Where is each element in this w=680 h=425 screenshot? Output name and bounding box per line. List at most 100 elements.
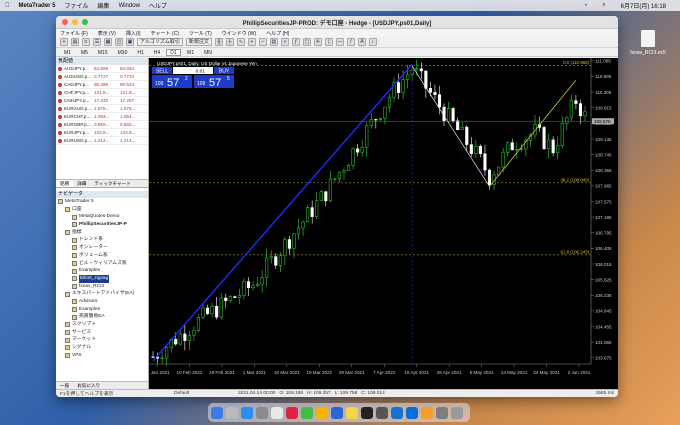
market-watch-row[interactable]: AUDUSD.p... 0.7727 0.7734 (56, 73, 148, 81)
navigator-item[interactable]: トレンド系 (56, 236, 148, 244)
menu-insert[interactable]: 挿入(I) (126, 30, 141, 37)
menu-help-h[interactable]: ヘルプ (H) (266, 30, 289, 37)
tab-symbols[interactable]: 銘柄 (56, 180, 74, 187)
new-order-button[interactable]: 新規注文 (185, 38, 212, 46)
toolbox-icon[interactable]: ▦ (104, 38, 112, 46)
navigator-icon[interactable]: ☰ (93, 38, 101, 46)
market-watch-row[interactable]: CADJPY.p... 90.498 90.524 (56, 81, 148, 89)
vertical-line-icon[interactable]: | (324, 38, 333, 46)
mail-icon[interactable] (331, 406, 343, 419)
navigator-item[interactable]: マーケット (56, 336, 148, 344)
menu-edit[interactable]: 編集 (98, 1, 110, 10)
navigator-item[interactable]: Elliott_zigzag (56, 274, 148, 283)
trendline-icon[interactable]: / (346, 38, 355, 46)
clock[interactable]: 6月7日(月) 16:18 (621, 1, 666, 10)
text-icon[interactable]: A (357, 38, 366, 46)
navigator-item[interactable]: 口座 (56, 206, 148, 214)
data-window-icon[interactable]: ◫ (115, 38, 123, 46)
launchpad-icon[interactable] (226, 406, 238, 419)
tf-h4[interactable]: H4 (150, 49, 164, 56)
menu-window-w[interactable]: ウインドウ (W) (222, 30, 256, 37)
navigator-item[interactable]: Examples (56, 267, 148, 275)
settings-icon[interactable] (256, 406, 268, 419)
notes-icon[interactable] (346, 406, 358, 419)
apple-icon[interactable]:  (5, 3, 10, 9)
navigator-item[interactable]: PhillipSecuritiesJP-P (56, 221, 148, 229)
crosshair-icon[interactable]: ✛ (313, 38, 322, 46)
navigator-item[interactable]: VPS (56, 352, 148, 360)
chrome-icon[interactable] (316, 406, 328, 419)
autoscroll-icon[interactable]: » (280, 38, 289, 46)
new-chart-icon[interactable]: + (60, 38, 68, 46)
strategy-tester-icon[interactable]: ▣ (126, 38, 134, 46)
tf-m1[interactable]: M1 (60, 49, 75, 56)
search-icon[interactable]: ⌕ (602, 2, 605, 9)
market-watch-row[interactable]: EURUSD.p... 1.214... 1.214... (56, 137, 148, 145)
profiles-icon[interactable]: ▤ (71, 38, 79, 46)
navigator-item[interactable]: Examples (56, 306, 148, 314)
navigator-item[interactable]: スクリプト (56, 321, 148, 329)
market-watch-row[interactable]: AUDJPY.p... 84.669 84.694 (56, 65, 148, 73)
menu-tools[interactable]: ツール (T) (189, 30, 212, 37)
market-watch-row[interactable]: EURCHF.p... 1.093... 1.094... (56, 113, 148, 121)
terminal-icon[interactable] (361, 406, 373, 419)
tf-mn[interactable]: MN (200, 49, 216, 56)
menu-file[interactable]: ファイル (65, 1, 89, 10)
calendar-icon[interactable] (271, 406, 283, 419)
navigator-item[interactable]: MetaQuotes-Demo (56, 213, 148, 221)
messages-icon[interactable] (301, 406, 313, 419)
tab-favorites[interactable]: お気に入り (73, 382, 104, 389)
menu-help[interactable]: ヘルプ (149, 1, 167, 10)
zoom-in-icon[interactable]: + (247, 38, 256, 46)
menu-chart[interactable]: チャート (C) (151, 30, 179, 37)
market-watch-row[interactable]: EURGBP.p... 0.859... 0.860... (56, 121, 148, 129)
tab-tick-chart[interactable]: ティックチャート (90, 180, 134, 187)
algo-trading-button[interactable]: アルゴリズム取引 (137, 38, 183, 46)
zoom-out-icon[interactable]: − (258, 38, 267, 46)
finder-icon[interactable] (211, 406, 223, 419)
navigator-item[interactable]: エキスパートアドバイザ(EA) (56, 290, 148, 298)
tab-common[interactable]: 一般 (56, 382, 73, 389)
menu-file-f[interactable]: ファイル (F) (60, 30, 88, 37)
onepassword-icon[interactable] (406, 406, 418, 419)
menu-view[interactable]: 表示 (V) (98, 30, 116, 37)
navigator-item[interactable]: ビル・ウィリアムズ系 (56, 260, 148, 268)
tab-details[interactable]: 詳細 (73, 180, 90, 187)
navigator-item[interactable]: MetaTrader 5 (56, 198, 148, 206)
navigator-item[interactable]: ボリューム系 (56, 252, 148, 260)
downloads-icon[interactable] (436, 406, 448, 419)
tf-d1[interactable]: D1 (166, 48, 181, 56)
navigator-item[interactable]: シグナル (56, 344, 148, 352)
market-watch-icon[interactable]: ≡ (82, 38, 90, 46)
wifi-icon[interactable]: ◔ (584, 3, 588, 9)
photos-icon[interactable] (286, 406, 298, 419)
tf-m30[interactable]: M30 (114, 49, 132, 56)
market-watch-row[interactable]: CNHJPY.p... 17.232 17.257 (56, 97, 148, 105)
tf-m5[interactable]: M5 (77, 49, 92, 56)
vlc-icon[interactable] (421, 406, 433, 419)
navigator-item[interactable]: 指標 (56, 229, 148, 237)
templates-icon[interactable]: ▢ (302, 38, 311, 46)
market-watch-row[interactable]: EURJPY.p... 133.8... 133.8... (56, 129, 148, 137)
horizontal-line-icon[interactable]: — (335, 38, 344, 46)
navigator-item[interactable]: オシレーター (56, 244, 148, 252)
menu-window[interactable]: Window (119, 3, 140, 9)
tf-h1[interactable]: H1 (133, 49, 147, 56)
appstore-icon[interactable] (241, 406, 253, 419)
metatrader-icon[interactable] (391, 406, 403, 419)
navigator-item[interactable]: 売買簡易EA (56, 313, 148, 321)
desktop-file[interactable]: fxnav_RCI3.ex5 (628, 30, 668, 56)
line-chart-icon[interactable]: ∿ (236, 38, 245, 46)
navigator-item[interactable]: サービス (56, 329, 148, 337)
price-chart[interactable]: 111.085110.695110.305109.915109.525109.1… (144, 58, 618, 381)
arrows-icon[interactable]: ↕ (368, 38, 377, 46)
market-watch-row[interactable]: CHFJPY.p... 121.8... 121.8... (56, 89, 148, 97)
tf-m15[interactable]: M15 (94, 49, 112, 56)
trash-icon[interactable] (451, 406, 463, 419)
navigator-item[interactable]: Advisors (56, 298, 148, 306)
tf-w1[interactable]: W1 (183, 49, 199, 56)
bar-chart-icon[interactable]: ╫ (214, 38, 223, 46)
indicators-icon[interactable]: ƒ (291, 38, 300, 46)
chart-area[interactable]: 111.085110.695110.305109.915109.525109.1… (144, 58, 618, 389)
candle-chart-icon[interactable]: ┼ (225, 38, 234, 46)
